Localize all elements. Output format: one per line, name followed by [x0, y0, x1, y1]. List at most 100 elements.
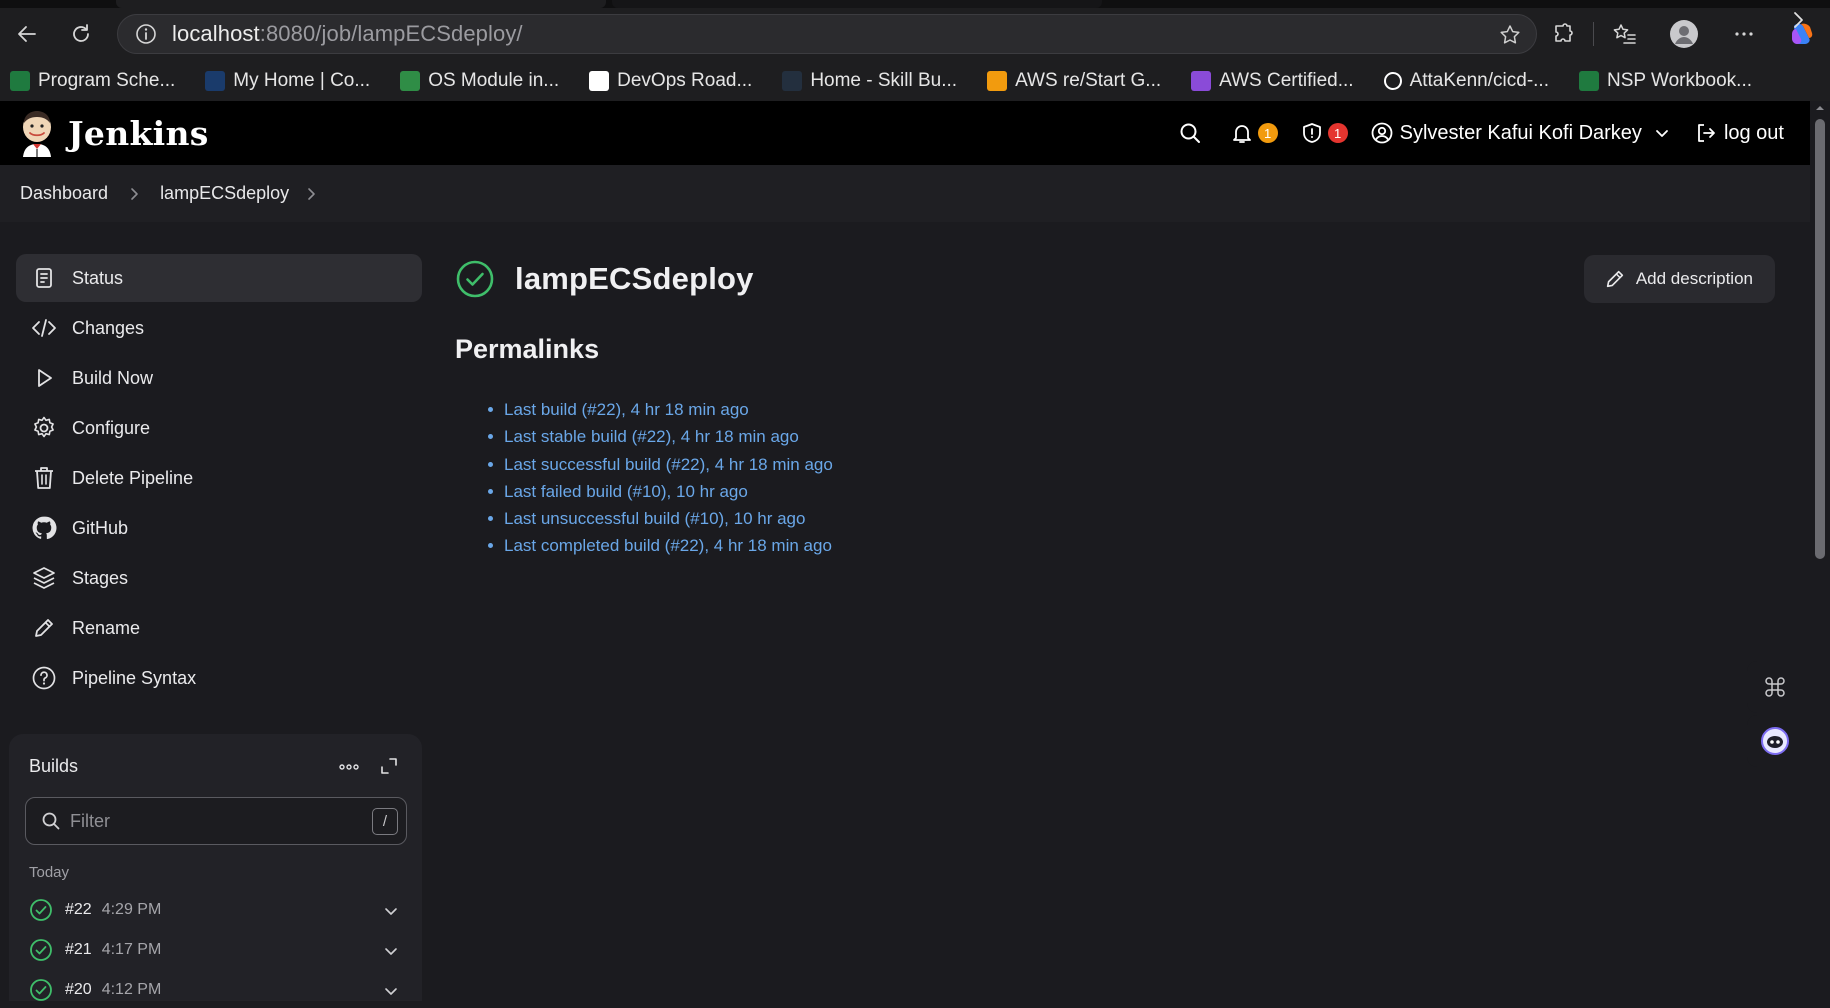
task-label: Build Now — [72, 367, 154, 388]
side-panel-tasks: Status Changes Build Now Configure Delet… — [16, 254, 422, 704]
bookmark-item[interactable]: AttaKenn/cicd-... — [1380, 65, 1553, 97]
builds-filter-input[interactable]: Filter / — [25, 797, 407, 845]
bot-face-icon — [1761, 727, 1789, 755]
pencil-icon — [1606, 270, 1623, 288]
favorite-star-icon[interactable] — [1498, 23, 1522, 47]
build-time: 4:12 PM — [101, 981, 162, 998]
permalink-last-stable-build[interactable]: Last stable build (#22), 4 hr 18 min ago — [488, 423, 1775, 450]
builds-expand-button[interactable] — [379, 756, 399, 776]
notifications-button[interactable]: 1 — [1230, 121, 1278, 145]
excel-icon — [1578, 70, 1599, 91]
user-menu[interactable]: Sylvester Kafui Kofi Darkey — [1370, 121, 1672, 145]
settings-more-button[interactable] — [1714, 8, 1774, 60]
bookmarks-overflow-button[interactable] — [1786, 8, 1810, 32]
search-button[interactable] — [1178, 121, 1202, 145]
task-delete-pipeline[interactable]: Delete Pipeline — [16, 454, 422, 502]
url-text: localhost:8080/job/lampECSdeploy/ — [172, 21, 523, 46]
chevron-down-icon — [1656, 130, 1668, 137]
bell-icon — [1232, 125, 1251, 143]
scrollbar-thumb[interactable] — [1815, 119, 1825, 559]
task-status[interactable]: Status — [16, 254, 422, 302]
jenkins-brand-text: Jenkins — [68, 113, 209, 153]
chevron-right-icon[interactable] — [303, 186, 319, 202]
excel-icon — [10, 70, 30, 91]
page-scrollbar[interactable] — [1810, 101, 1830, 1001]
geeksforgeeks-icon — [400, 70, 421, 91]
trash-icon — [30, 464, 58, 492]
breadcrumb-job[interactable]: lampECSdeploy — [160, 183, 289, 204]
aws-icon — [782, 70, 803, 91]
chevron-down-icon[interactable] — [383, 983, 399, 999]
security-button[interactable]: 1 — [1300, 121, 1348, 145]
task-pipeline-syntax[interactable]: Pipeline Syntax — [16, 654, 422, 702]
layers-icon — [30, 564, 58, 592]
build-row[interactable]: #21 4:17 PM — [29, 932, 409, 968]
filter-placeholder: Filter — [70, 810, 110, 831]
github-icon — [1383, 71, 1402, 90]
permalink-last-unsuccessful-build[interactable]: Last unsuccessful build (#10), 10 hr ago — [488, 505, 1775, 532]
more-horizontal-icon — [339, 764, 359, 770]
bookmark-item[interactable]: DevOps Road... — [585, 65, 756, 97]
permalink-last-successful-build[interactable]: Last successful build (#22), 4 hr 18 min… — [488, 451, 1775, 478]
profile-avatar-icon — [1670, 20, 1698, 48]
back-button[interactable] — [9, 16, 45, 52]
build-row[interactable]: #22 4:29 PM — [29, 892, 409, 928]
task-label: Changes — [72, 317, 145, 338]
task-configure[interactable]: Configure — [16, 404, 422, 452]
reload-button[interactable] — [63, 16, 99, 52]
task-build-now[interactable]: Build Now — [16, 354, 422, 402]
bookmark-label: NSP Workbook... — [1606, 69, 1753, 91]
builds-more-button[interactable] — [337, 756, 361, 778]
status-icon — [30, 264, 58, 292]
user-icon — [1371, 122, 1393, 144]
address-bar[interactable]: localhost:8080/job/lampECSdeploy/ — [117, 14, 1537, 54]
command-shortcut-button[interactable] — [1747, 661, 1803, 713]
bookmark-item[interactable]: OS Module in... — [396, 65, 563, 97]
browser-tab[interactable] — [116, 0, 606, 8]
bookmark-item[interactable]: Home - Skill Bu... — [778, 65, 961, 97]
extensions-button[interactable] — [1533, 8, 1593, 60]
chevron-right-icon[interactable] — [126, 186, 142, 202]
site-info-icon[interactable] — [126, 14, 166, 54]
permalinks-heading: Permalinks — [455, 334, 600, 364]
github-icon — [30, 514, 58, 542]
browser-tab[interactable] — [612, 0, 1102, 8]
chevron-down-icon[interactable] — [383, 903, 399, 919]
logout-icon — [1698, 124, 1715, 142]
bookmark-label: DevOps Road... — [617, 69, 753, 91]
bookmark-item[interactable]: Program Sche... — [6, 65, 179, 97]
jenkins-logo-icon — [23, 111, 51, 157]
favorites-list-icon — [1613, 24, 1636, 44]
build-row[interactable]: #20 4:12 PM — [29, 972, 409, 1008]
pencil-icon — [30, 614, 58, 642]
profile-button[interactable] — [1654, 8, 1714, 60]
favorites-button[interactable] — [1594, 8, 1654, 60]
bookmark-item[interactable]: My Home | Co... — [201, 65, 374, 97]
puzzle-icon — [1555, 23, 1573, 42]
permalink-last-completed-build[interactable]: Last completed build (#22), 4 hr 18 min … — [488, 532, 1775, 559]
bookmark-item[interactable]: NSP Workbook... — [1575, 65, 1756, 97]
task-github[interactable]: GitHub — [16, 504, 422, 552]
filter-shortcut-key: / — [372, 808, 398, 835]
scroll-up-arrow-icon[interactable] — [1810, 101, 1830, 115]
success-check-icon — [30, 939, 52, 961]
logout-link[interactable]: log out — [1694, 121, 1784, 145]
task-stages[interactable]: Stages — [16, 554, 422, 602]
task-label: Pipeline Syntax — [72, 667, 197, 688]
chevron-down-icon[interactable] — [383, 943, 399, 959]
jenkins-header: Jenkins 1 1 Sylvester Kafui Kofi Darkey … — [0, 101, 1810, 165]
task-changes[interactable]: Changes — [16, 304, 422, 352]
build-number: #21 — [65, 941, 92, 958]
bookmark-label: OS Module in... — [428, 69, 560, 91]
bookmark-item[interactable]: AWS re/Start G... — [983, 65, 1165, 97]
task-rename[interactable]: Rename — [16, 604, 422, 652]
jenkins-home-link[interactable]: Jenkins — [18, 109, 209, 157]
bookmark-item[interactable]: AWS Certified... — [1187, 65, 1357, 97]
job-title-row: lampECSdeploy — [455, 254, 1775, 304]
breadcrumb-dashboard[interactable]: Dashboard — [20, 183, 108, 204]
add-description-button[interactable]: Add description — [1583, 255, 1775, 303]
permalink-last-build[interactable]: Last build (#22), 4 hr 18 min ago — [488, 396, 1775, 423]
bookmark-label: My Home | Co... — [233, 69, 371, 91]
assistant-bot-button[interactable] — [1747, 715, 1803, 767]
permalink-last-failed-build[interactable]: Last failed build (#10), 10 hr ago — [488, 478, 1775, 505]
